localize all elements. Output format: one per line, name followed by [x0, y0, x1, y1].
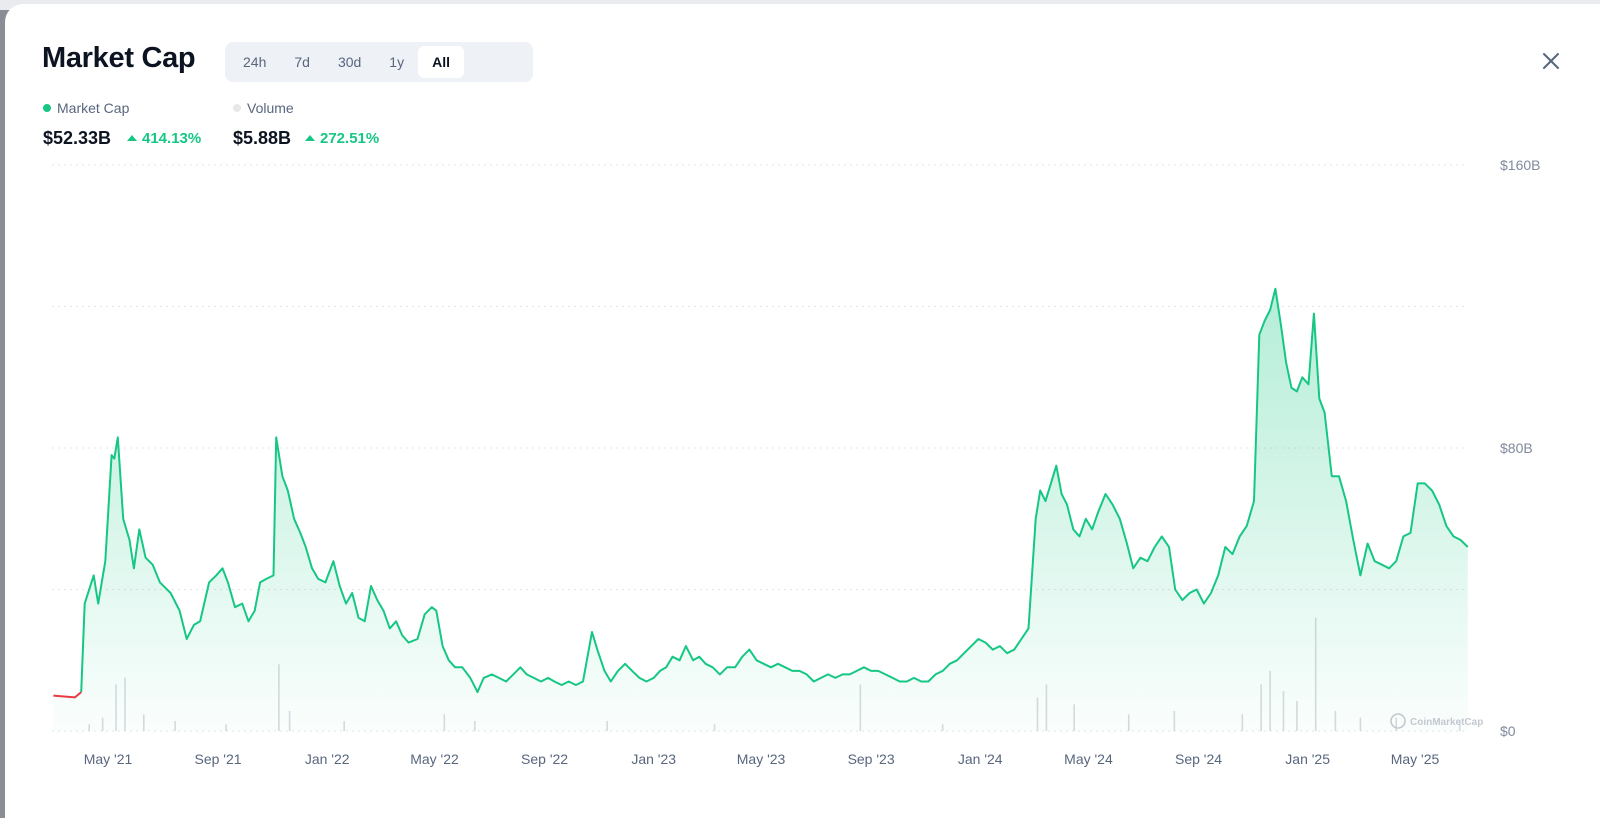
x-axis-tick-label: May '25	[1391, 751, 1440, 767]
x-axis-tick-label: Sep '22	[521, 751, 568, 767]
x-axis-tick-label: Jan '23	[631, 751, 676, 767]
x-axis-tick-label: Sep '23	[848, 751, 895, 767]
y-axis-tick-label: $80B	[1500, 440, 1533, 456]
x-axis-tick-label: Sep '21	[195, 751, 242, 767]
y-axis-labels: $160B $80B $0	[1500, 157, 1540, 739]
x-axis-tick-label: Jan '22	[305, 751, 350, 767]
x-axis-tick-label: Jan '24	[958, 751, 1003, 767]
x-axis-tick-label: Sep '24	[1175, 751, 1222, 767]
y-axis-tick-label: $160B	[1500, 157, 1540, 173]
x-axis-labels: May '21 Sep '21 Jan '22 May '22 Sep '22 Jan '…	[84, 751, 1440, 767]
x-axis-tick-label: Jan '25	[1285, 751, 1330, 767]
y-axis-tick-label: $0	[1500, 723, 1516, 739]
x-axis-tick-label: May '22	[410, 751, 459, 767]
x-axis-tick-label: May '23	[737, 751, 786, 767]
market-cap-line-negative	[53, 691, 82, 699]
x-axis-tick-label: May '21	[84, 751, 133, 767]
market-cap-chart[interactable]: May '21 Sep '21 Jan '22 May '22 Sep '22 Jan '…	[0, 0, 1600, 818]
watermark-text: CoinMarketCap	[1410, 717, 1483, 728]
x-axis-tick-label: May '24	[1064, 751, 1113, 767]
market-cap-area	[53, 288, 1468, 731]
